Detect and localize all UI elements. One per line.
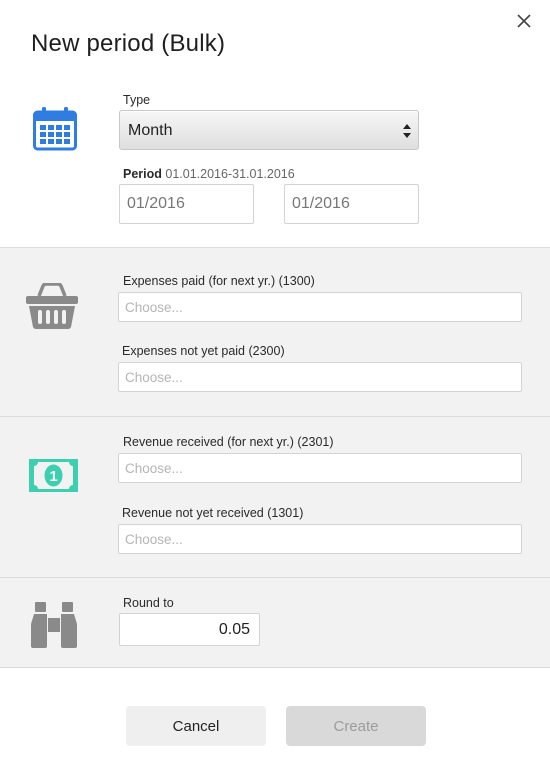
cancel-button[interactable]: Cancel: [126, 706, 266, 746]
type-select-value: Month: [128, 122, 173, 139]
rounding-section: Round to: [0, 577, 550, 668]
money-icon: 1: [29, 459, 78, 492]
expenses-paid-select[interactable]: Choose...: [118, 292, 522, 322]
expenses-not-paid-select[interactable]: Choose...: [118, 362, 522, 392]
svg-text:1: 1: [49, 468, 57, 485]
revenue-section: 1 Revenue received (for next yr.) (2301)…: [0, 416, 550, 578]
close-icon: [517, 14, 531, 28]
round-to-label: Round to: [123, 596, 174, 610]
round-to-input[interactable]: 0.05: [119, 613, 260, 646]
expenses-not-paid-label: Expenses not yet paid (2300): [122, 344, 285, 358]
revenue-not-received-select[interactable]: Choose...: [118, 524, 522, 554]
basket-icon: [26, 283, 78, 329]
expenses-paid-label: Expenses paid (for next yr.) (1300): [123, 274, 315, 288]
period-label-text: Period: [123, 167, 162, 181]
create-button[interactable]: Create: [286, 706, 426, 746]
type-select[interactable]: Month: [119, 110, 419, 150]
dialog-title: New period (Bulk): [31, 30, 226, 57]
period-label: Period 01.01.2016-31.01.2016: [123, 167, 295, 181]
period-to-input[interactable]: 01/2016: [284, 184, 419, 224]
type-label: Type: [123, 93, 151, 107]
binoculars-icon: [31, 602, 77, 648]
period-range: 01.01.2016-31.01.2016: [165, 167, 295, 181]
calendar-icon: [33, 107, 77, 151]
period-from-input[interactable]: 01/2016: [119, 184, 254, 224]
close-button[interactable]: [511, 8, 537, 34]
revenue-received-select[interactable]: Choose...: [118, 453, 522, 483]
select-arrows-icon: [403, 124, 411, 138]
revenue-not-received-label: Revenue not yet received (1301): [122, 506, 304, 520]
revenue-received-label: Revenue received (for next yr.) (2301): [123, 435, 334, 449]
expenses-section: Expenses paid (for next yr.) (1300) Choo…: [0, 247, 550, 417]
new-period-dialog: New period (Bulk) Type Month Period 01.0…: [0, 0, 550, 758]
